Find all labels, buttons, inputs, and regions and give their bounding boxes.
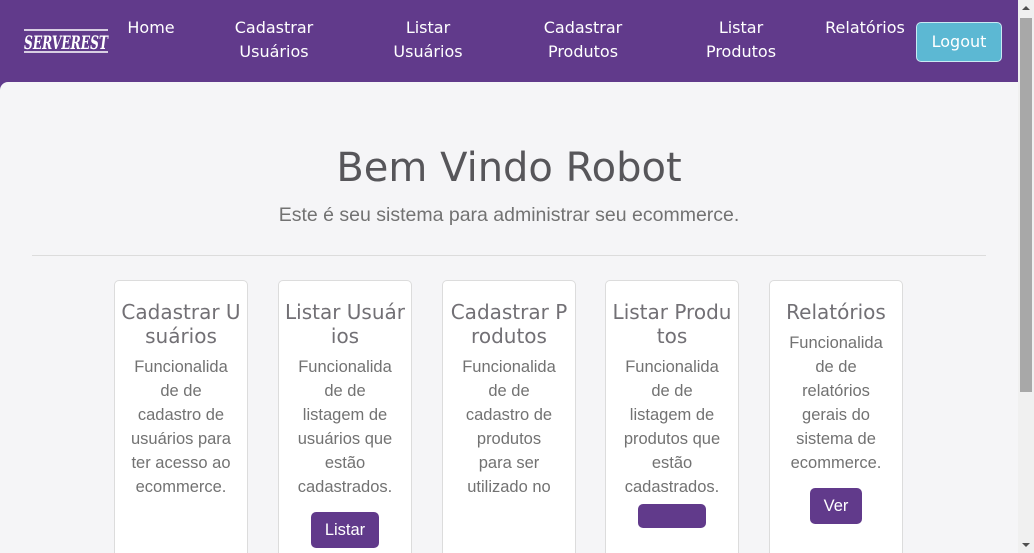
scroll-down-arrow-icon[interactable] [1018,537,1034,553]
divider [32,255,986,256]
page-subtitle: Este é seu sistema para administrar seu … [278,204,740,226]
nav-link-relatorios[interactable]: Relatórios [819,16,911,40]
card-text: Funcionalidade de cadastro de produtos p… [462,358,556,496]
card-cadastrar-usuarios: Cadastrar Usuários Funcionalidade de cad… [114,280,248,553]
card-relatorios: Relatórios Funcionalidade de relatórios … [769,280,903,553]
nav-link-cadastrar-usuarios[interactable]: Cadastrar Usuários [224,16,324,64]
card-title: Cadastrar Usuários [121,300,241,348]
scrollbar-thumb[interactable] [1020,18,1032,392]
card-title: Cadastrar Produtos [450,300,568,348]
card-title: Listar Usuários [285,300,406,348]
logo-text: SERVEREST [24,32,109,54]
nav-link-cadastrar-produtos[interactable]: Cadastrar Produtos [533,16,633,64]
listar-usuarios-button[interactable]: Listar [310,512,380,548]
main-content: Bem Vindo Robot Este é seu sistema para … [0,82,1018,553]
ver-relatorios-button[interactable]: Ver [809,488,863,524]
serverest-logo[interactable]: SERVEREST [22,27,110,54]
nav-link-listar-usuarios[interactable]: Listar Usuários [378,16,478,64]
nav-link-home[interactable]: Home [122,16,180,40]
card-text: Funcionalidade de relatórios gerais do s… [789,334,883,472]
card-title: Listar Produtos [612,300,732,348]
vertical-scrollbar[interactable] [1018,0,1034,553]
top-navbar: SERVEREST Home Cadastrar Usuários Listar… [0,0,1018,82]
scroll-up-arrow-icon[interactable] [1018,0,1034,16]
card-listar-usuarios: Listar Usuários Funcionalidade de listag… [278,280,412,553]
listar-produtos-button[interactable] [638,504,706,528]
nav-link-listar-produtos[interactable]: Listar Produtos [691,16,791,64]
card-text: Funcionalidade de listagem de produtos q… [623,358,721,496]
card-text: Funcionalidade de listagem de usuários q… [297,358,393,496]
logout-button[interactable]: Logout [916,22,1002,62]
card-title: Relatórios [786,300,886,324]
card-listar-produtos: Listar Produtos Funcionalidade de listag… [605,280,739,553]
card-cadastrar-produtos: Cadastrar Produtos Funcionalidade de cad… [442,280,576,553]
page-title: Bem Vindo Robot [336,145,682,191]
card-text: Funcionalidade de cadastro de usuários p… [131,358,231,496]
